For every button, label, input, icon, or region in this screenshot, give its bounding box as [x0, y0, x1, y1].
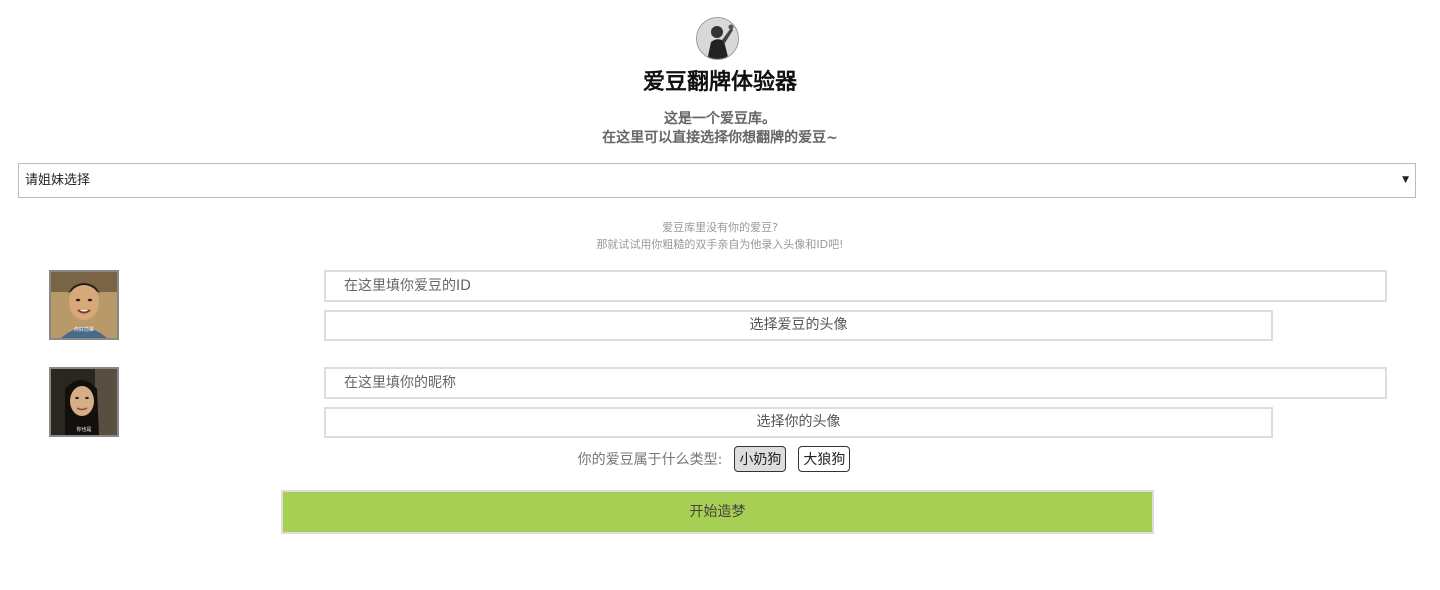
nickname-input[interactable] — [324, 367, 1387, 399]
hint-line-1: 爱豆库里没有你的爱豆? — [662, 221, 778, 234]
my-avatar-caption: 你也是 — [76, 426, 91, 433]
idol-select[interactable]: 请姐妹选择 ▼ — [18, 163, 1416, 198]
user-photo-icon — [697, 18, 738, 59]
idol-photo: 你好前辈 — [51, 272, 117, 338]
type-option-wolf[interactable]: 大狼狗 — [798, 446, 851, 472]
subtitle-line-1: 这是一个爱豆库。 — [664, 111, 776, 127]
start-button[interactable]: 开始造梦 — [281, 490, 1154, 534]
page-subtitle: 这是一个爱豆库。 在这里可以直接选择你想翻牌的爱豆~ — [0, 110, 1440, 148]
idol-avatar: 你好前辈 — [49, 270, 119, 340]
page-title: 爱豆翻牌体验器 — [642, 70, 797, 95]
logo-avatar — [696, 17, 739, 60]
hint-line-2: 那就试试用你粗糙的双手亲自为他录入头像和ID吧! — [596, 238, 844, 251]
choose-my-avatar-button[interactable]: 选择你的头像 — [324, 407, 1273, 438]
idol-select-value: 请姐妹选择 — [25, 173, 91, 188]
idol-type-selector: 你的爱豆属于什么类型: 小奶狗 大狼狗 — [0, 446, 1440, 472]
idol-id-input[interactable] — [324, 270, 1387, 302]
my-avatar: 你也是 — [49, 367, 119, 437]
type-option-puppy[interactable]: 小奶狗 — [734, 446, 787, 472]
idol-type-label: 你的爱豆属于什么类型: — [577, 452, 723, 468]
my-photo: 你也是 — [51, 369, 117, 435]
idol-avatar-caption: 你好前辈 — [74, 326, 94, 333]
custom-idol-hint: 爱豆库里没有你的爱豆? 那就试试用你粗糙的双手亲自为他录入头像和ID吧! — [0, 219, 1440, 253]
choose-idol-avatar-button[interactable]: 选择爱豆的头像 — [324, 310, 1273, 341]
subtitle-line-2: 在这里可以直接选择你想翻牌的爱豆~ — [602, 130, 838, 146]
dropdown-arrow-icon: ▼ — [1402, 175, 1409, 185]
